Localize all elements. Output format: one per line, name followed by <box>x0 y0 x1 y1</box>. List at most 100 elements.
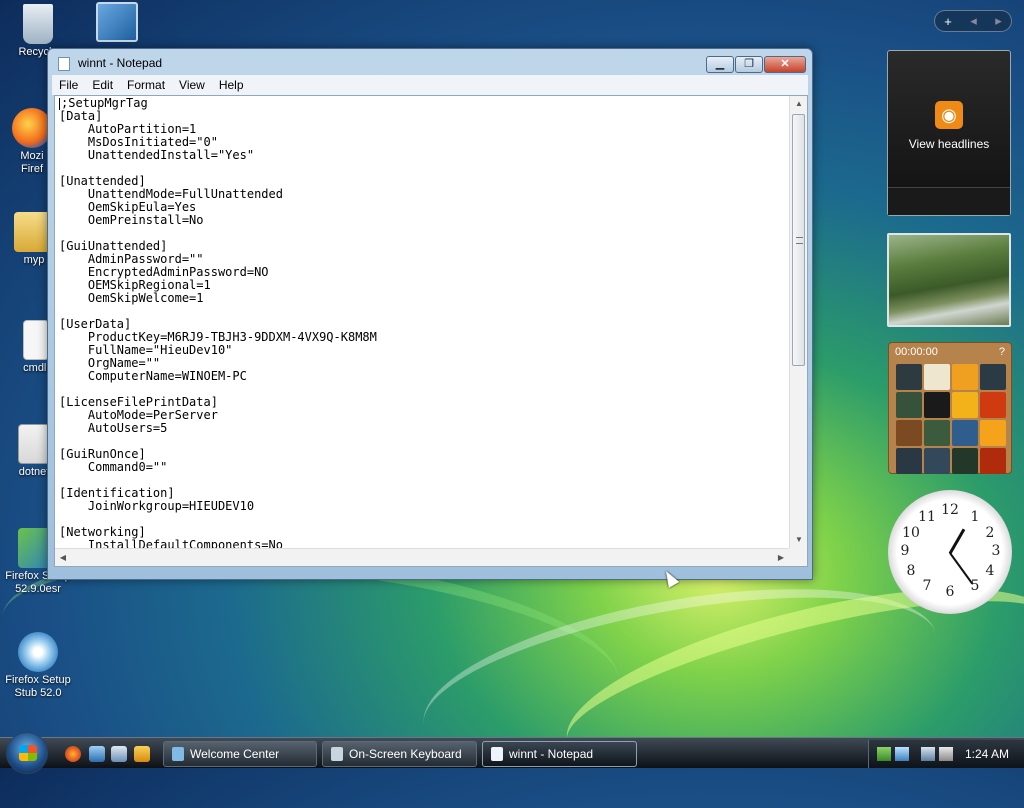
computer-icon[interactable] <box>96 2 138 42</box>
puzzle-tile[interactable] <box>924 420 950 446</box>
clock-number: 10 <box>902 525 920 541</box>
network-icon[interactable] <box>921 747 935 761</box>
clock-number: 11 <box>918 509 936 525</box>
editor-text-area[interactable]: ;SetupMgrTag [Data] AutoPartition=1 MsDo… <box>59 97 785 548</box>
menu-file[interactable]: File <box>52 78 85 92</box>
welcome-center-icon <box>172 747 184 761</box>
previous-page-button[interactable]: ◂ <box>970 13 977 29</box>
scroll-down-arrow-icon[interactable]: ▼ <box>790 532 808 548</box>
gadget-footer <box>888 187 1010 215</box>
taskbar-item-label: Welcome Center <box>190 747 280 761</box>
taskbar-item-label: winnt - Notepad <box>509 747 594 761</box>
document-text: ;SetupMgrTag [Data] AutoPartition=1 MsDo… <box>59 97 377 548</box>
vertical-scrollbar[interactable]: ▲ ▼ <box>789 96 807 548</box>
clock-number: 12 <box>941 502 959 518</box>
clock-number: 8 <box>906 563 916 579</box>
feed-headlines-gadget[interactable]: ◉ View headlines <box>887 50 1011 216</box>
add-gadget-button[interactable]: + <box>944 14 952 29</box>
volume-muted-icon[interactable] <box>939 747 953 761</box>
taskbar-item-on-screen-keyboard[interactable]: On-Screen Keyboard <box>322 741 477 767</box>
next-page-button[interactable]: ▸ <box>995 13 1002 29</box>
picture-puzzle-gadget[interactable]: 00:00:00 ? <box>888 342 1012 474</box>
horizontal-scrollbar[interactable]: ◀ ▶ <box>55 548 789 566</box>
menu-bar: File Edit Format View Help <box>52 75 808 95</box>
text-editor[interactable]: ;SetupMgrTag [Data] AutoPartition=1 MsDo… <box>54 95 808 567</box>
puzzle-tile[interactable] <box>980 364 1006 390</box>
puzzle-tile[interactable] <box>924 448 950 474</box>
tray-app-icon[interactable] <box>877 747 891 761</box>
system-tray: 1:24 AM <box>868 740 1024 768</box>
keyboard-icon <box>331 747 343 761</box>
clock-number: 2 <box>985 525 995 541</box>
puzzle-header: 00:00:00 ? <box>889 343 1011 361</box>
clock-number: 9 <box>900 543 910 559</box>
text-file-icon <box>23 320 49 360</box>
desktop-icon-firefox-setup-stub[interactable]: Firefox Setup Stub 52.0 <box>0 632 78 700</box>
notepad-icon[interactable] <box>58 57 70 71</box>
slideshow-gadget[interactable] <box>887 233 1011 327</box>
puzzle-tile[interactable] <box>952 420 978 446</box>
puzzle-tile[interactable] <box>924 364 950 390</box>
clock-gadget[interactable]: 12 1 2 3 4 5 6 7 8 9 10 11 <box>888 490 1012 614</box>
grip-icon <box>796 237 803 244</box>
maximize-button[interactable]: ❐ <box>735 56 763 73</box>
puzzle-tile[interactable] <box>896 448 922 474</box>
puzzle-tile[interactable] <box>980 392 1006 418</box>
clock-hour-hand <box>948 528 966 555</box>
media-player-icon[interactable] <box>134 746 150 762</box>
vertical-scroll-thumb[interactable] <box>792 114 805 366</box>
puzzle-timer: 00:00:00 <box>895 346 938 358</box>
windows-logo-icon <box>19 745 37 761</box>
puzzle-help-button[interactable]: ? <box>999 346 1005 358</box>
setup-disc-icon <box>18 632 58 672</box>
puzzle-tile[interactable] <box>952 392 978 418</box>
view-headlines-link[interactable]: View headlines <box>888 137 1010 151</box>
sidebar-controls: + ◂ ▸ <box>934 10 1012 32</box>
switch-windows-icon[interactable] <box>111 746 127 762</box>
clock-number: 3 <box>991 543 1001 559</box>
firefox-quicklaunch-icon[interactable] <box>65 746 81 762</box>
puzzle-tile[interactable] <box>952 364 978 390</box>
firefox-icon <box>12 108 52 148</box>
recycle-bin-icon <box>23 4 53 44</box>
clock-number: 6 <box>945 584 955 600</box>
puzzle-tile[interactable] <box>980 448 1006 474</box>
close-button[interactable]: ✕ <box>764 56 806 73</box>
menu-help[interactable]: Help <box>212 78 251 92</box>
window-controls: ▁ ❐ ✕ <box>706 56 806 73</box>
text-caret <box>59 97 60 110</box>
notepad-icon <box>491 747 503 761</box>
desktop-icon-label: Firefox Setup Stub 52.0 <box>5 674 71 699</box>
title-bar[interactable]: winnt - Notepad ▁ ❐ ✕ <box>48 49 812 77</box>
clock-number: 1 <box>970 509 980 525</box>
taskbar: Welcome Center On-Screen Keyboard winnt … <box>0 732 1024 774</box>
menu-format[interactable]: Format <box>120 78 172 92</box>
taskbar-item-welcome-center[interactable]: Welcome Center <box>163 741 317 767</box>
minimize-button[interactable]: ▁ <box>706 56 734 73</box>
scroll-up-arrow-icon[interactable]: ▲ <box>790 96 808 112</box>
puzzle-tile[interactable] <box>896 420 922 446</box>
clock-minute-hand <box>949 552 974 585</box>
rss-icon: ◉ <box>935 101 963 129</box>
puzzle-tile[interactable] <box>980 420 1006 446</box>
menu-edit[interactable]: Edit <box>85 78 120 92</box>
puzzle-tile[interactable] <box>896 364 922 390</box>
scroll-left-arrow-icon[interactable]: ◀ <box>55 549 71 567</box>
clock-number: 7 <box>922 578 932 594</box>
size-grip[interactable] <box>789 548 807 566</box>
show-desktop-icon[interactable] <box>89 746 105 762</box>
tray-app-icon[interactable] <box>895 747 909 761</box>
taskbar-clock[interactable]: 1:24 AM <box>965 740 1009 768</box>
taskbar-item-notepad[interactable]: winnt - Notepad <box>482 741 637 767</box>
puzzle-tile[interactable] <box>896 392 922 418</box>
puzzle-tile[interactable] <box>952 448 978 474</box>
taskbar-item-label: On-Screen Keyboard <box>349 747 462 761</box>
installer-icon <box>18 424 50 464</box>
puzzle-grid <box>889 361 1011 477</box>
menu-view[interactable]: View <box>172 78 212 92</box>
scroll-right-arrow-icon[interactable]: ▶ <box>773 549 789 567</box>
puzzle-tile[interactable] <box>924 392 950 418</box>
clock-number: 4 <box>985 563 995 579</box>
notepad-window[interactable]: winnt - Notepad ▁ ❐ ✕ File Edit Format V… <box>47 48 813 580</box>
window-title: winnt - Notepad <box>78 56 163 70</box>
